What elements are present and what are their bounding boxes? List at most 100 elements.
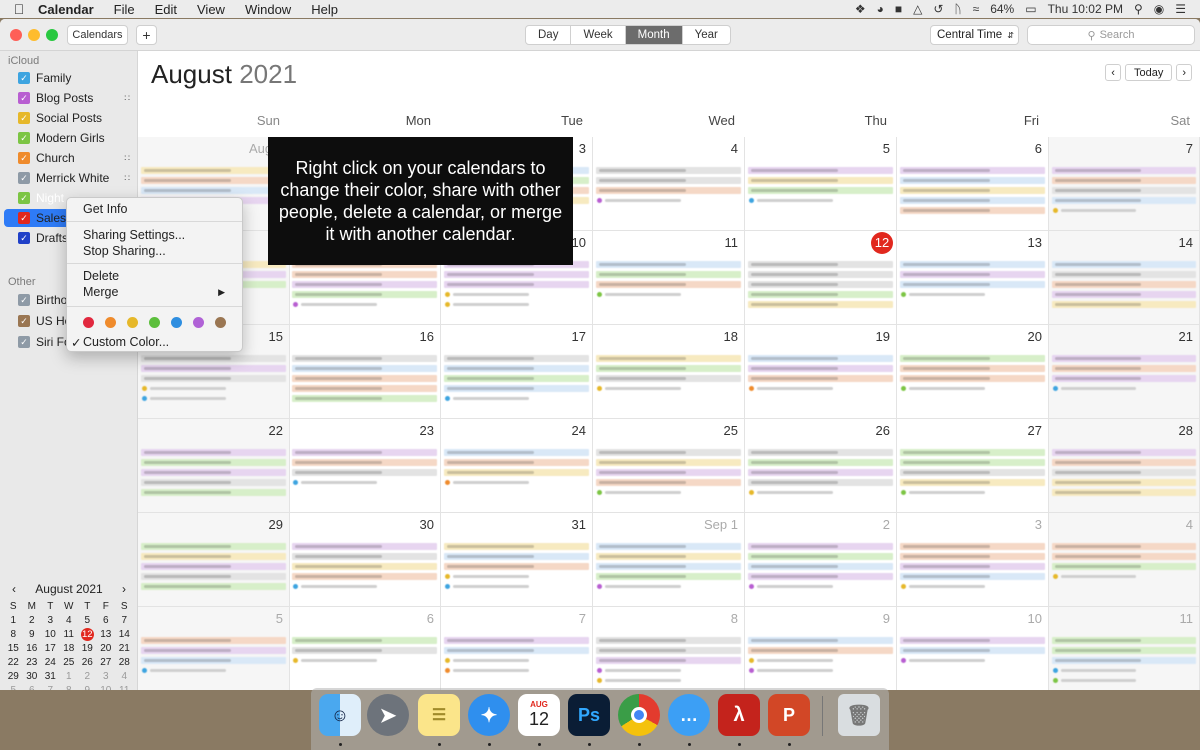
calendar-event[interactable] <box>596 647 741 654</box>
calendar-event[interactable] <box>596 543 741 550</box>
calendar-event[interactable] <box>900 375 1045 382</box>
calendar-event[interactable] <box>292 647 437 654</box>
trash-icon[interactable]: 🗑 <box>838 694 880 736</box>
mini-next-month-icon[interactable]: › <box>122 582 126 596</box>
calendar-event[interactable] <box>1052 281 1196 288</box>
mini-day[interactable]: 3 <box>41 613 60 627</box>
calendar-item-social-posts[interactable]: ✓ Social Posts <box>18 109 130 127</box>
timed-event[interactable] <box>1061 387 1136 390</box>
calendar-item-blog-posts[interactable]: ✓ Blog Posts ∷ <box>18 89 130 107</box>
close-window-button[interactable] <box>10 29 22 41</box>
app-menu[interactable]: Calendar <box>38 2 94 17</box>
mini-day[interactable]: 4 <box>115 669 134 683</box>
calendar-event[interactable] <box>900 637 1045 644</box>
calendar-event[interactable] <box>596 469 741 476</box>
calendar-event[interactable] <box>444 281 589 288</box>
mini-day[interactable]: 29 <box>4 669 23 683</box>
calendar-event[interactable] <box>900 355 1045 362</box>
calendar-event[interactable] <box>444 449 589 456</box>
mini-day[interactable]: 26 <box>78 655 97 669</box>
mini-day[interactable]: 1 <box>60 669 79 683</box>
calendar-event[interactable] <box>141 167 286 174</box>
apple-menu-icon[interactable]:  <box>0 1 38 17</box>
mini-day[interactable]: 7 <box>115 613 134 627</box>
timed-event[interactable] <box>605 199 681 202</box>
day-cell[interactable]: 8 <box>593 607 745 690</box>
timed-event[interactable] <box>605 679 681 682</box>
calendar-event[interactable] <box>748 261 893 268</box>
calendar-event[interactable] <box>596 459 741 466</box>
day-cell[interactable]: 19 <box>745 325 897 419</box>
calendar-event[interactable] <box>292 375 437 382</box>
day-cell[interactable]: 21 <box>1049 325 1200 419</box>
calendar-app-icon[interactable]: AUG 12 <box>518 694 560 736</box>
calendar-event[interactable] <box>900 479 1045 486</box>
menu-delete[interactable]: Delete <box>83 268 233 284</box>
calendar-event[interactable] <box>900 365 1045 372</box>
day-cell[interactable]: 2 <box>745 513 897 607</box>
calendar-checkbox[interactable]: ✓ <box>18 72 30 84</box>
color-swatch[interactable] <box>127 317 138 328</box>
calendar-event[interactable] <box>1052 449 1196 456</box>
calendar-event[interactable] <box>1052 637 1196 644</box>
mini-day[interactable]: 25 <box>60 655 79 669</box>
calendar-event[interactable] <box>444 365 589 372</box>
prev-month-button[interactable]: ‹ <box>1105 64 1121 81</box>
calendar-event[interactable] <box>748 291 893 298</box>
calendar-event[interactable] <box>748 553 893 560</box>
mini-day[interactable]: 4 <box>60 613 79 627</box>
calendar-event[interactable] <box>1052 553 1196 560</box>
calendar-event[interactable] <box>1052 365 1196 372</box>
day-cell[interactable]: 27 <box>897 419 1049 513</box>
calendar-checkbox[interactable]: ✓ <box>18 132 30 144</box>
calendar-event[interactable] <box>1052 543 1196 550</box>
calendar-event[interactable] <box>596 573 741 580</box>
calendar-checkbox[interactable]: ✓ <box>18 152 30 164</box>
calendar-event[interactable] <box>292 271 437 278</box>
day-cell[interactable]: 5 <box>138 607 290 690</box>
timed-event[interactable] <box>301 659 377 662</box>
timed-event[interactable] <box>1061 575 1136 578</box>
calendar-event[interactable] <box>444 563 589 570</box>
calendar-event[interactable] <box>444 459 589 466</box>
calendar-checkbox[interactable]: ✓ <box>18 336 30 348</box>
calendar-event[interactable] <box>141 479 286 486</box>
calendar-event[interactable] <box>292 573 437 580</box>
day-cell[interactable]: 6 <box>897 137 1049 231</box>
day-cell[interactable]: 7 <box>1049 137 1200 231</box>
day-cell[interactable]: 22 <box>138 419 290 513</box>
calendar-checkbox[interactable]: ✓ <box>18 172 30 184</box>
calendar-checkbox[interactable]: ✓ <box>18 232 30 244</box>
day-cell[interactable]: 18 <box>593 325 745 419</box>
mini-day[interactable]: 10 <box>41 627 60 641</box>
calendar-event[interactable] <box>596 637 741 644</box>
siri-icon[interactable]: ◉ <box>1154 2 1164 16</box>
day-cell[interactable]: 6 <box>289 607 441 690</box>
timed-event[interactable] <box>1061 209 1136 212</box>
calendar-event[interactable] <box>900 459 1045 466</box>
calendar-event[interactable] <box>596 449 741 456</box>
day-cell[interactable]: 17 <box>441 325 593 419</box>
timed-event[interactable] <box>909 585 985 588</box>
mini-day[interactable]: 31 <box>41 669 60 683</box>
timed-event[interactable] <box>909 293 985 296</box>
mini-day[interactable]: 2 <box>23 613 42 627</box>
view-week-button[interactable]: Week <box>571 26 626 44</box>
calendar-event[interactable] <box>596 553 741 560</box>
timed-event[interactable] <box>453 669 529 672</box>
acrobat-icon[interactable]: λ <box>718 694 760 736</box>
day-cell[interactable]: 24 <box>441 419 593 513</box>
calendar-event[interactable] <box>444 469 589 476</box>
calendar-event[interactable] <box>292 553 437 560</box>
calendar-event[interactable] <box>596 187 741 194</box>
calendar-event[interactable] <box>141 355 286 362</box>
calendar-event[interactable] <box>292 281 437 288</box>
calendar-item-merrick-white[interactable]: ✓ Merrick White ∷ <box>18 169 130 187</box>
calendar-checkbox[interactable]: ✓ <box>18 294 30 306</box>
calendar-event[interactable] <box>141 365 286 372</box>
timed-event[interactable] <box>757 585 833 588</box>
calendar-event[interactable] <box>900 543 1045 550</box>
day-cell[interactable]: 28 <box>1049 419 1200 513</box>
calendar-event[interactable] <box>1052 647 1196 654</box>
calendar-event[interactable] <box>748 167 893 174</box>
